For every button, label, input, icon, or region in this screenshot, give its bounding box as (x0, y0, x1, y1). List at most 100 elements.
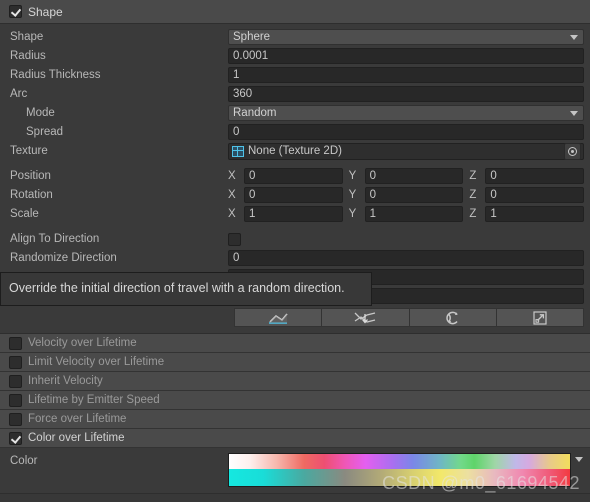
spread-input[interactable]: 0 (228, 124, 584, 140)
label-radius: Radius (10, 50, 46, 62)
velocity-over-lifetime-checkbox[interactable] (9, 336, 22, 350)
cycle-icon (444, 310, 462, 326)
align-to-direction-checkbox[interactable] (228, 232, 241, 246)
field-row-align-to-direction: Align To Direction (6, 230, 584, 248)
module-label: Inherit Velocity (28, 375, 103, 387)
axis-label-z: Z (469, 170, 477, 182)
scale-z: Z 1 (469, 206, 585, 222)
label-shape: Shape (10, 31, 44, 43)
module-label: Color over Lifetime (28, 432, 125, 444)
object-picker-icon[interactable] (564, 142, 581, 160)
radius-input[interactable]: 0.0001 (228, 48, 584, 64)
chevron-down-icon (570, 110, 578, 116)
module-row-color-over-lifetime[interactable]: Color over Lifetime (0, 429, 590, 448)
module-label: Lifetime by Emitter Speed (28, 394, 160, 406)
module-row-inherit-velocity[interactable]: Inherit Velocity (0, 372, 590, 391)
radius-thickness-input[interactable]: 1 (228, 67, 584, 83)
texture-value: None (Texture 2D) (248, 145, 342, 157)
label-radius-thickness: Radius Thickness (10, 69, 101, 81)
open-curve-editor-button[interactable] (495, 308, 584, 327)
scale-x-input[interactable]: 1 (244, 206, 343, 222)
curve-icon (267, 311, 289, 325)
limit-velocity-over-lifetime-checkbox[interactable] (9, 355, 22, 369)
vector-row-scale: Scale X 1 Y 1 Z 1 (6, 205, 585, 223)
rotation-x-input[interactable]: 0 (244, 187, 343, 203)
axis-label-x: X (228, 170, 236, 182)
position-z: Z 0 (469, 168, 585, 184)
shape-type-value: Sphere (233, 31, 271, 43)
shape-module-checkbox[interactable] (9, 5, 22, 18)
shape-type-dropdown[interactable]: Sphere (228, 29, 584, 45)
axis-label-z: Z (469, 208, 477, 220)
gradient-preview-top[interactable] (229, 454, 570, 469)
field-row-mode: Mode Random (6, 104, 584, 122)
cycle-curve-button[interactable] (408, 308, 497, 327)
axis-label-x: X (228, 208, 236, 220)
module-row-velocity-over-lifetime[interactable]: Velocity over Lifetime (0, 334, 590, 353)
axis-label-y: Y (348, 208, 357, 220)
gradient-dropdown-icon[interactable] (575, 457, 583, 462)
label-mode: Mode (26, 107, 55, 119)
inherit-velocity-checkbox[interactable] (9, 374, 22, 388)
field-row-arc: Arc 360 (6, 85, 584, 103)
randomize-direction-input[interactable]: 0 (228, 250, 584, 266)
label-spread: Spread (26, 126, 64, 138)
chevron-down-icon (570, 34, 578, 40)
label-randomize-direction: Randomize Direction (10, 252, 117, 264)
module-header-shape[interactable]: Shape (0, 0, 590, 24)
color-gradient-row: Color (6, 453, 584, 487)
label-rotation: Rotation (10, 189, 53, 201)
arc-mode-value: Random (233, 107, 277, 119)
texture-object-field[interactable]: None (Texture 2D) (228, 142, 584, 160)
position-z-input[interactable]: 0 (485, 168, 585, 184)
axis-label-y: Y (348, 189, 357, 201)
scale-x: X 1 (228, 206, 343, 222)
field-row-radius: Radius 0.0001 (6, 47, 584, 65)
lifetime-by-emitter-speed-checkbox[interactable] (9, 393, 22, 407)
label-scale: Scale (10, 208, 39, 220)
module-label: Force over Lifetime (28, 413, 127, 425)
rotation-z-input[interactable]: 0 (485, 187, 585, 203)
axis-label-z: Z (469, 189, 477, 201)
gradient-preview-bottom[interactable] (229, 469, 570, 486)
module-title: Shape (28, 4, 63, 19)
scale-z-input[interactable]: 1 (485, 206, 585, 222)
random-range-icon (353, 311, 377, 325)
gradient-field[interactable] (228, 453, 571, 487)
module-label: Limit Velocity over Lifetime (28, 356, 165, 368)
scale-y-input[interactable]: 1 (364, 206, 464, 222)
axis-label-y: Y (348, 170, 357, 182)
rotation-y-input[interactable]: 0 (364, 187, 464, 203)
color-over-lifetime-checkbox[interactable] (9, 431, 22, 445)
expand-icon (532, 310, 548, 326)
module-row-limit-velocity-over-lifetime[interactable]: Limit Velocity over Lifetime (0, 353, 590, 372)
rotation-x: X 0 (228, 187, 343, 203)
scale-y: Y 1 (349, 206, 464, 222)
module-row-lifetime-by-emitter-speed[interactable]: Lifetime by Emitter Speed (0, 391, 590, 410)
field-row-shape: Shape Sphere (6, 28, 584, 46)
color-over-lifetime-panel: Color (0, 448, 590, 494)
label-texture: Texture (10, 145, 48, 157)
rotation-y: Y 0 (349, 187, 464, 203)
axis-label-x: X (228, 189, 236, 201)
arc-input[interactable]: 360 (228, 86, 584, 102)
constant-curve-button[interactable] (234, 308, 323, 327)
label-arc: Arc (10, 88, 28, 100)
field-row-spread: Spread 0 (6, 123, 584, 141)
label-align-to-direction: Align To Direction (10, 233, 100, 245)
vector-row-rotation: Rotation X 0 Y 0 Z 0 (6, 186, 585, 204)
arc-mode-dropdown[interactable]: Random (228, 105, 584, 121)
module-row-force-over-lifetime[interactable]: Force over Lifetime (0, 410, 590, 429)
texture-2d-icon (232, 145, 244, 157)
vector-row-position: Position X 0 Y 0 Z 0 (6, 167, 585, 185)
field-row-randomize-direction: Randomize Direction 0 (6, 249, 584, 267)
position-y-input[interactable]: 0 (364, 168, 464, 184)
rotation-z: Z 0 (469, 187, 585, 203)
label-color: Color (10, 455, 38, 467)
force-over-lifetime-checkbox[interactable] (9, 412, 22, 426)
field-row-texture: Texture None (Texture 2D) (6, 142, 584, 160)
position-x-input[interactable]: 0 (244, 168, 343, 184)
module-label: Velocity over Lifetime (28, 337, 137, 349)
random-between-curves-button[interactable] (321, 308, 410, 327)
tooltip: Override the initial direction of travel… (0, 272, 372, 306)
